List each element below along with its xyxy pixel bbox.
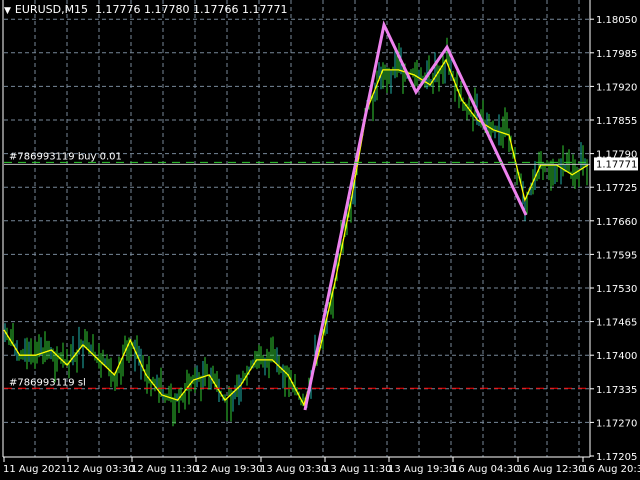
y-tick-label: 1.17335 — [596, 385, 637, 396]
chart-title[interactable]: ▼ EURUSD,M15 1.17776 1.17780 1.17766 1.17… — [4, 3, 288, 16]
x-tick-label: 13 Aug 19:30 — [388, 464, 455, 475]
x-tick-label: 13 Aug 11:30 — [324, 464, 391, 475]
y-tick-label: 1.17855 — [596, 116, 637, 127]
y-tick-label: 1.17595 — [596, 250, 637, 261]
order-label: #786993119 buy 0.01 — [9, 151, 122, 162]
y-tick-label: 1.17920 — [596, 82, 637, 93]
x-tick-label: 13 Aug 03:30 — [260, 464, 327, 475]
y-tick-label: 1.17400 — [596, 351, 637, 362]
y-tick-label: 1.17530 — [596, 284, 637, 295]
y-tick-label: 1.17725 — [596, 183, 637, 194]
moving-average-line — [3, 58, 589, 407]
y-tick-label: 1.17205 — [596, 452, 637, 463]
symbol-label: EURUSD,M15 — [14, 3, 89, 16]
ohlc-label: 1.17776 1.17780 1.17766 1.17771 — [95, 3, 288, 16]
x-tick-label: 12 Aug 19:30 — [195, 464, 262, 475]
y-tick-label: 1.17985 — [596, 49, 637, 60]
y-tick-label: 1.17270 — [596, 418, 637, 429]
x-tick-label: 11 Aug 2021 — [3, 464, 67, 475]
y-tick-label: 1.17465 — [596, 318, 637, 329]
x-tick-label: 16 Aug 12:30 — [517, 464, 584, 475]
price-chart[interactable]: #786993119 buy 0.01 #786993119 sl 1.18050… — [0, 0, 640, 480]
x-tick-label: 16 Aug 20:30 — [582, 464, 640, 475]
current-price-label: 1.17771 — [596, 159, 637, 170]
x-tick-label: 12 Aug 11:30 — [131, 464, 198, 475]
price-bars — [4, 37, 588, 427]
stop-loss-label: #786993119 sl — [9, 377, 86, 388]
series-lines — [3, 20, 589, 411]
y-tick-label: 1.17660 — [596, 217, 637, 228]
x-tick-label: 16 Aug 04:30 — [452, 464, 519, 475]
y-tick-label: 1.18050 — [596, 15, 637, 26]
x-tick-label: 12 Aug 03:30 — [67, 464, 134, 475]
triangle-down-icon[interactable]: ▼ — [4, 6, 11, 16]
